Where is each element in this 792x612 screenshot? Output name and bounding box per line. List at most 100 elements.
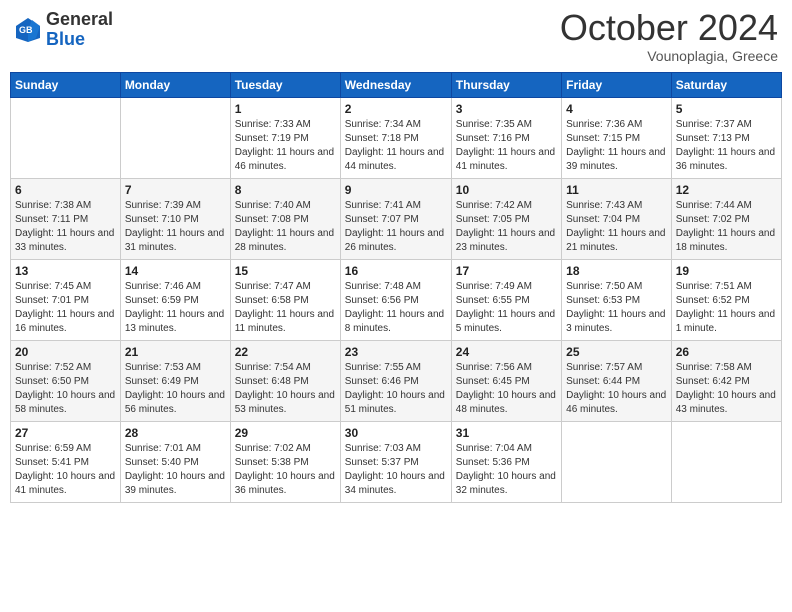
calendar-week-3: 13 Sunrise: 7:45 AM Sunset: 7:01 PM Dayli…: [11, 260, 782, 341]
day-number: 31: [456, 426, 557, 440]
day-number: 26: [676, 345, 777, 359]
day-number: 7: [125, 183, 226, 197]
calendar-cell: 19 Sunrise: 7:51 AM Sunset: 6:52 PM Dayli…: [671, 260, 781, 341]
day-info: Sunrise: 7:57 AM Sunset: 6:44 PM Dayligh…: [566, 361, 667, 417]
calendar-cell: 26Sunrise: 7:58 AM Sunset: 6:42 PM Dayli…: [671, 341, 781, 422]
day-number: 28: [125, 426, 226, 440]
calendar-cell: 2 Sunrise: 7:34 AM Sunset: 7:18 PM Daylig…: [340, 98, 451, 179]
title-block: October 2024 Vounoplagia, Greece: [560, 10, 778, 64]
day-info: Sunrise: 7:46 AM Sunset: 6:59 PM Dayligh…: [125, 280, 226, 336]
day-number: 1: [235, 102, 336, 116]
day-info: Sunrise: 7:47 AM Sunset: 6:58 PM Dayligh…: [235, 280, 336, 336]
day-info: Sunrise: 7:49 AM Sunset: 6:55 PM Dayligh…: [456, 280, 557, 336]
calendar-cell: 6Sunrise: 7:38 AM Sunset: 7:11 PM Daylig…: [11, 179, 121, 260]
day-number: 27: [15, 426, 116, 440]
page: GB General Blue October 2024 Vounoplagia…: [0, 0, 792, 612]
logo-text-block: General Blue: [46, 10, 113, 50]
logo-icon: GB: [14, 16, 42, 44]
calendar-cell: 14 Sunrise: 7:46 AM Sunset: 6:59 PM Dayli…: [120, 260, 230, 341]
day-info: Sunrise: 7:33 AM Sunset: 7:19 PM Dayligh…: [235, 118, 336, 174]
day-number: 3: [456, 102, 557, 116]
calendar-cell: 9Sunrise: 7:41 AM Sunset: 7:07 PM Daylig…: [340, 179, 451, 260]
day-number: 20: [15, 345, 116, 359]
day-info: Sunrise: 7:54 AM Sunset: 6:48 PM Dayligh…: [235, 361, 336, 417]
day-info: Sunrise: 7:45 AM Sunset: 7:01 PM Dayligh…: [15, 280, 116, 336]
day-info: Sunrise: 7:50 AM Sunset: 6:53 PM Dayligh…: [566, 280, 667, 336]
calendar-week-1: 1 Sunrise: 7:33 AM Sunset: 7:19 PM Daylig…: [11, 98, 782, 179]
day-info: Sunrise: 7:53 AM Sunset: 6:49 PM Dayligh…: [125, 361, 226, 417]
calendar-cell: 10 Sunrise: 7:42 AM Sunset: 7:05 PM Dayli…: [451, 179, 561, 260]
month-title: October 2024: [560, 10, 778, 46]
col-header-saturday: Saturday: [671, 73, 781, 98]
day-number: 22: [235, 345, 336, 359]
day-info: Sunrise: 7:01 AM Sunset: 5:40 PM Dayligh…: [125, 442, 226, 498]
day-number: 14: [125, 264, 226, 278]
day-number: 10: [456, 183, 557, 197]
day-number: 16: [345, 264, 447, 278]
day-info: Sunrise: 7:42 AM Sunset: 7:05 PM Dayligh…: [456, 199, 557, 255]
day-number: 9: [345, 183, 447, 197]
calendar-cell: 3 Sunrise: 7:35 AM Sunset: 7:16 PM Daylig…: [451, 98, 561, 179]
day-info: Sunrise: 7:51 AM Sunset: 6:52 PM Dayligh…: [676, 280, 777, 336]
calendar-week-4: 20 Sunrise: 7:52 AM Sunset: 6:50 PM Dayli…: [11, 341, 782, 422]
day-info: Sunrise: 7:02 AM Sunset: 5:38 PM Dayligh…: [235, 442, 336, 498]
day-info: Sunrise: 7:39 AM Sunset: 7:10 PM Dayligh…: [125, 199, 226, 255]
col-header-wednesday: Wednesday: [340, 73, 451, 98]
day-number: 6: [15, 183, 116, 197]
day-number: 25: [566, 345, 667, 359]
logo: GB General Blue: [14, 10, 113, 50]
calendar-cell: 15 Sunrise: 7:47 AM Sunset: 6:58 PM Dayli…: [230, 260, 340, 341]
calendar-cell: 1 Sunrise: 7:33 AM Sunset: 7:19 PM Daylig…: [230, 98, 340, 179]
calendar-cell: 18Sunrise: 7:50 AM Sunset: 6:53 PM Dayli…: [562, 260, 672, 341]
day-number: 21: [125, 345, 226, 359]
day-info: Sunrise: 7:43 AM Sunset: 7:04 PM Dayligh…: [566, 199, 667, 255]
day-number: 19: [676, 264, 777, 278]
day-info: Sunrise: 7:44 AM Sunset: 7:02 PM Dayligh…: [676, 199, 777, 255]
header: GB General Blue October 2024 Vounoplagia…: [10, 10, 782, 64]
calendar-cell: 27 Sunrise: 6:59 AM Sunset: 5:41 PM Dayli…: [11, 422, 121, 503]
day-info: Sunrise: 7:34 AM Sunset: 7:18 PM Dayligh…: [345, 118, 447, 174]
col-header-sunday: Sunday: [11, 73, 121, 98]
day-number: 11: [566, 183, 667, 197]
calendar-cell: 29 Sunrise: 7:02 AM Sunset: 5:38 PM Dayli…: [230, 422, 340, 503]
svg-text:GB: GB: [19, 25, 33, 35]
day-number: 8: [235, 183, 336, 197]
day-number: 17: [456, 264, 557, 278]
day-number: 24: [456, 345, 557, 359]
calendar-cell: [671, 422, 781, 503]
calendar-cell: 12 Sunrise: 7:44 AM Sunset: 7:02 PM Dayli…: [671, 179, 781, 260]
day-number: 13: [15, 264, 116, 278]
day-info: Sunrise: 6:59 AM Sunset: 5:41 PM Dayligh…: [15, 442, 116, 498]
day-info: Sunrise: 7:37 AM Sunset: 7:13 PM Dayligh…: [676, 118, 777, 174]
day-info: Sunrise: 7:04 AM Sunset: 5:36 PM Dayligh…: [456, 442, 557, 498]
col-header-tuesday: Tuesday: [230, 73, 340, 98]
calendar-cell: 23Sunrise: 7:55 AM Sunset: 6:46 PM Dayli…: [340, 341, 451, 422]
day-number: 4: [566, 102, 667, 116]
day-number: 29: [235, 426, 336, 440]
day-number: 30: [345, 426, 447, 440]
day-number: 12: [676, 183, 777, 197]
calendar-cell: 22 Sunrise: 7:54 AM Sunset: 6:48 PM Dayli…: [230, 341, 340, 422]
calendar-cell: 25 Sunrise: 7:57 AM Sunset: 6:44 PM Dayli…: [562, 341, 672, 422]
calendar-header-row: SundayMondayTuesdayWednesdayThursdayFrid…: [11, 73, 782, 98]
day-number: 2: [345, 102, 447, 116]
calendar-cell: 13 Sunrise: 7:45 AM Sunset: 7:01 PM Dayli…: [11, 260, 121, 341]
calendar-table: SundayMondayTuesdayWednesdayThursdayFrid…: [10, 72, 782, 503]
calendar-cell: 11 Sunrise: 7:43 AM Sunset: 7:04 PM Dayli…: [562, 179, 672, 260]
calendar-cell: 31 Sunrise: 7:04 AM Sunset: 5:36 PM Dayli…: [451, 422, 561, 503]
calendar-week-5: 27 Sunrise: 6:59 AM Sunset: 5:41 PM Dayli…: [11, 422, 782, 503]
col-header-thursday: Thursday: [451, 73, 561, 98]
calendar-cell: 30Sunrise: 7:03 AM Sunset: 5:37 PM Dayli…: [340, 422, 451, 503]
calendar-cell: 5Sunrise: 7:37 AM Sunset: 7:13 PM Daylig…: [671, 98, 781, 179]
calendar-cell: [562, 422, 672, 503]
calendar-cell: 4Sunrise: 7:36 AM Sunset: 7:15 PM Daylig…: [562, 98, 672, 179]
calendar-cell: 17 Sunrise: 7:49 AM Sunset: 6:55 PM Dayli…: [451, 260, 561, 341]
day-info: Sunrise: 7:52 AM Sunset: 6:50 PM Dayligh…: [15, 361, 116, 417]
day-info: Sunrise: 7:56 AM Sunset: 6:45 PM Dayligh…: [456, 361, 557, 417]
day-number: 15: [235, 264, 336, 278]
calendar-cell: [11, 98, 121, 179]
calendar-cell: 20 Sunrise: 7:52 AM Sunset: 6:50 PM Dayli…: [11, 341, 121, 422]
day-info: Sunrise: 7:55 AM Sunset: 6:46 PM Dayligh…: [345, 361, 447, 417]
day-info: Sunrise: 7:35 AM Sunset: 7:16 PM Dayligh…: [456, 118, 557, 174]
day-info: Sunrise: 7:48 AM Sunset: 6:56 PM Dayligh…: [345, 280, 447, 336]
